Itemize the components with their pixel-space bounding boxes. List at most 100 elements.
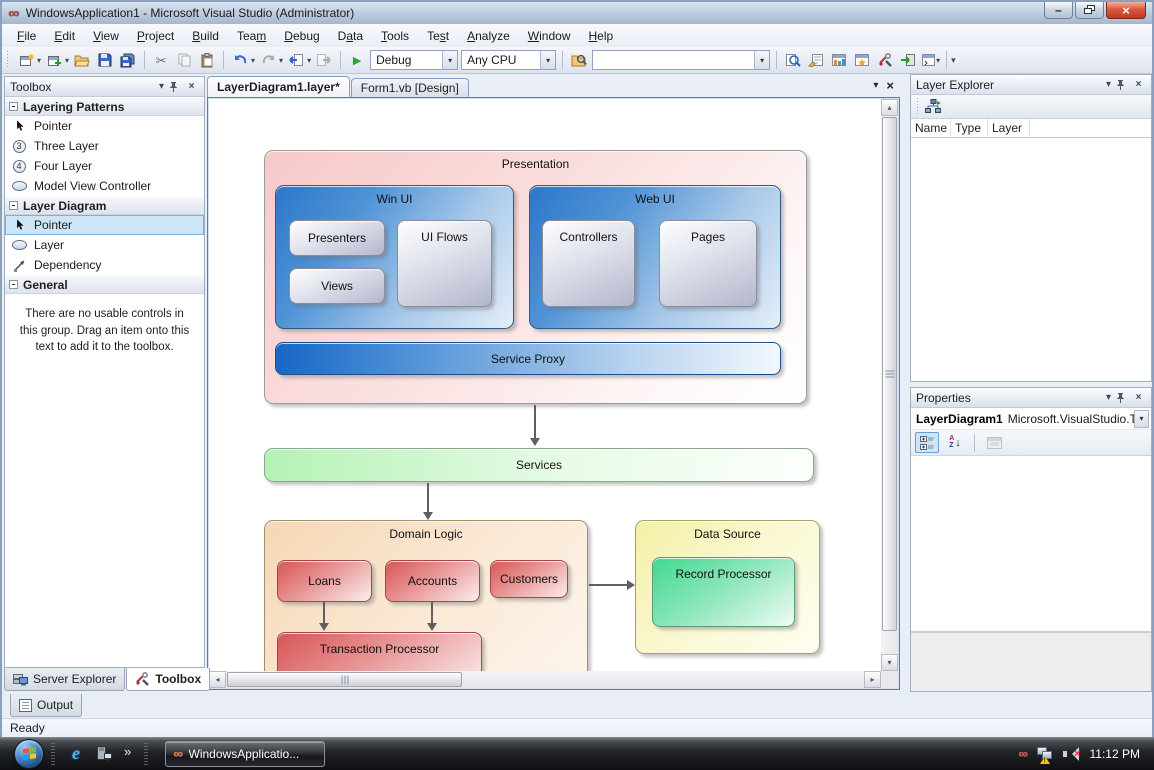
- menu-team[interactable]: Team: [228, 26, 275, 46]
- command-window-button[interactable]: [921, 49, 935, 71]
- close-icon[interactable]: ×: [1131, 79, 1146, 90]
- scroll-down-button[interactable]: ▾: [881, 654, 898, 671]
- layer-diagram-canvas[interactable]: Presentation Win UI Web UI Presenters UI…: [209, 99, 881, 671]
- toolbox-section-general[interactable]: General: [5, 275, 204, 294]
- extension-manager-button[interactable]: [898, 49, 918, 71]
- toolbox-section-layering-patterns[interactable]: Layering Patterns: [5, 97, 204, 116]
- solution-configurations-combo[interactable]: Debug ▾: [370, 50, 458, 70]
- categorized-button[interactable]: [915, 432, 939, 453]
- layer-presenters[interactable]: Presenters: [289, 220, 385, 256]
- add-item-button[interactable]: [44, 49, 64, 71]
- close-icon[interactable]: ×: [184, 81, 199, 92]
- network-status-icon[interactable]: !: [1037, 747, 1054, 761]
- column-type[interactable]: Type: [951, 119, 988, 137]
- menu-project[interactable]: Project: [128, 26, 183, 46]
- vs-tray-icon[interactable]: ∞: [1018, 746, 1027, 761]
- tab-output[interactable]: Output: [10, 694, 82, 717]
- column-layer[interactable]: Layer: [988, 119, 1030, 137]
- save-button[interactable]: [95, 49, 115, 71]
- open-file-button[interactable]: [72, 49, 92, 71]
- layer-transaction-processor[interactable]: Transaction Processor: [277, 632, 482, 671]
- start-button[interactable]: [14, 739, 44, 769]
- dependency-arrow[interactable]: [323, 602, 325, 624]
- redo-button[interactable]: [258, 49, 278, 71]
- menu-data[interactable]: Data: [329, 26, 372, 46]
- layer-record-processor[interactable]: Record Processor: [652, 557, 795, 627]
- solution-platforms-combo[interactable]: Any CPU ▾: [461, 50, 556, 70]
- layer-service-proxy[interactable]: Service Proxy: [275, 342, 781, 375]
- quick-launch-overflow-icon[interactable]: »: [124, 744, 131, 759]
- undo-button[interactable]: [230, 49, 250, 71]
- navigate-backward-button[interactable]: [286, 49, 306, 71]
- layer-accounts[interactable]: Accounts: [385, 560, 480, 602]
- scroll-up-button[interactable]: ▴: [881, 99, 898, 116]
- toolbar-grip[interactable]: [6, 51, 11, 69]
- pin-icon[interactable]: [1116, 79, 1131, 91]
- find-in-files-button[interactable]: [569, 49, 589, 71]
- combo-dropdown-icon[interactable]: ▾: [1134, 410, 1149, 428]
- tab-form1-design[interactable]: Form1.vb [Design]: [351, 78, 469, 97]
- object-browser-button[interactable]: [829, 49, 849, 71]
- navigate-forward-button[interactable]: [314, 49, 334, 71]
- layer-views[interactable]: Views: [289, 268, 385, 304]
- scrollbar-thumb[interactable]: [882, 117, 897, 631]
- menu-build[interactable]: Build: [183, 26, 228, 46]
- property-pages-button[interactable]: [982, 432, 1006, 453]
- dependency-arrow[interactable]: [534, 405, 536, 439]
- toolbox-item-pointer[interactable]: Pointer: [5, 116, 204, 136]
- toolbox-section-layer-diagram[interactable]: Layer Diagram: [5, 196, 204, 215]
- volume-muted-icon[interactable]: ×: [1063, 747, 1081, 761]
- layer-controllers[interactable]: Controllers: [542, 220, 635, 307]
- menu-file[interactable]: File: [8, 26, 45, 46]
- taskbar-button-visual-studio[interactable]: ∞ WindowsApplicatio...: [165, 741, 325, 767]
- layer-loans[interactable]: Loans: [277, 560, 372, 602]
- toolbox-item-model-view-controller[interactable]: Model View Controller: [5, 176, 204, 196]
- save-all-button[interactable]: [118, 49, 138, 71]
- combo-dropdown-icon[interactable]: ▾: [540, 51, 555, 69]
- layer-customers[interactable]: Customers: [490, 560, 568, 598]
- new-project-button[interactable]: [16, 49, 36, 71]
- cut-button[interactable]: ✂: [151, 49, 171, 71]
- close-button[interactable]: ×: [1106, 2, 1146, 19]
- menu-view[interactable]: View: [84, 26, 128, 46]
- pin-icon[interactable]: [169, 81, 184, 93]
- navigate-backward-dropdown[interactable]: ▾: [307, 56, 311, 65]
- undo-dropdown[interactable]: ▾: [251, 56, 255, 65]
- tab-toolbox[interactable]: Toolbox: [126, 668, 210, 691]
- scroll-left-button[interactable]: ◂: [209, 671, 226, 688]
- paste-button[interactable]: [197, 49, 217, 71]
- scroll-right-button[interactable]: ▸: [864, 671, 881, 688]
- alphabetical-button[interactable]: AZ↓: [943, 432, 967, 453]
- properties-object-combo[interactable]: LayerDiagram1 Microsoft.VisualStudio.Te …: [911, 408, 1151, 430]
- server-manager-icon[interactable]: [93, 743, 115, 765]
- start-debugging-button[interactable]: ▶: [347, 49, 367, 71]
- view-links-button[interactable]: [923, 96, 943, 118]
- minimize-button[interactable]: –: [1044, 2, 1073, 19]
- menu-window[interactable]: Window: [519, 26, 580, 46]
- window-position-icon[interactable]: ▾: [154, 81, 169, 92]
- new-project-dropdown[interactable]: ▾: [37, 56, 41, 65]
- restore-button[interactable]: [1075, 2, 1104, 19]
- vertical-scrollbar[interactable]: ▴ ▾: [881, 99, 898, 671]
- redo-dropdown[interactable]: ▾: [279, 56, 283, 65]
- menu-test[interactable]: Test: [418, 26, 458, 46]
- pin-icon[interactable]: [1116, 392, 1131, 404]
- solution-explorer-button[interactable]: [783, 49, 803, 71]
- menu-analyze[interactable]: Analyze: [458, 26, 519, 46]
- start-page-button[interactable]: [852, 49, 872, 71]
- toolbox-item-three-layer[interactable]: 3 Three Layer: [5, 136, 204, 156]
- toolbox-item-pointer-selected[interactable]: Pointer: [5, 215, 204, 235]
- toolbox-item-layer[interactable]: Layer: [5, 235, 204, 255]
- collapse-icon[interactable]: [9, 280, 18, 289]
- combo-dropdown-icon[interactable]: ▾: [442, 51, 457, 69]
- collapse-icon[interactable]: [9, 102, 18, 111]
- properties-window-button[interactable]: [806, 49, 826, 71]
- toolbox-item-four-layer[interactable]: 4 Four Layer: [5, 156, 204, 176]
- dependency-arrow[interactable]: [431, 602, 433, 624]
- close-icon[interactable]: ×: [1131, 392, 1146, 403]
- layer-pages[interactable]: Pages: [659, 220, 757, 307]
- collapse-icon[interactable]: [9, 201, 18, 210]
- dependency-arrow[interactable]: [589, 584, 628, 586]
- scrollbar-thumb[interactable]: [227, 672, 462, 687]
- tab-layerdiagram1[interactable]: LayerDiagram1.layer*: [207, 76, 350, 97]
